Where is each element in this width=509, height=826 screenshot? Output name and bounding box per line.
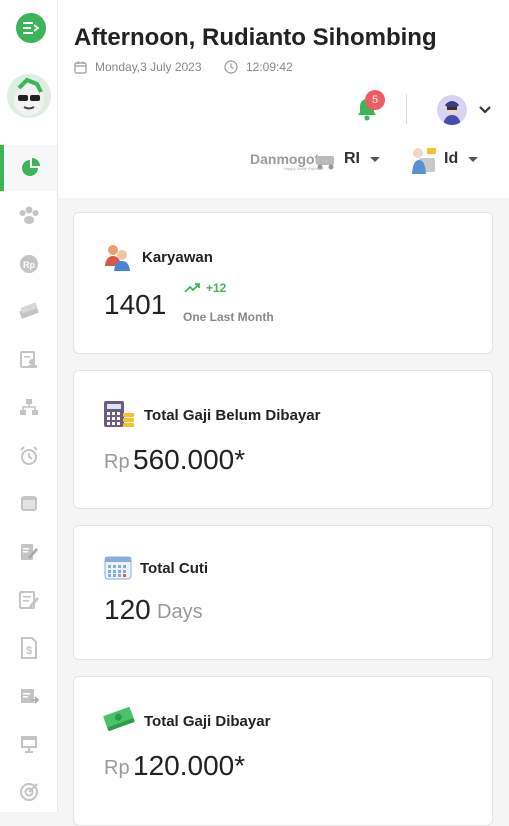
user-avatar[interactable]: [437, 95, 467, 125]
sidebar-item-forms[interactable]: [0, 577, 57, 623]
money-icon: [18, 302, 39, 319]
unpaid-salary-currency: Rp: [104, 451, 130, 473]
unpaid-salary-title: Total Gaji Belum Dibayar: [144, 407, 321, 424]
top-header: Afternoon, Rudianto Sihombing Monday,3 J…: [58, 0, 509, 198]
employees-trend-label: One Last Month: [183, 310, 274, 324]
rupiah-icon: Rp: [19, 255, 38, 273]
clock-icon: [224, 60, 238, 74]
employees-card[interactable]: Karyawan 1401 +12 One Last Month: [73, 212, 493, 354]
sidebar-item-money[interactable]: [0, 288, 57, 334]
calendar-grid-icon: [104, 553, 132, 586]
sidebar: Rp $: [0, 0, 58, 812]
svg-text:Happy Selfie Payment: Happy Selfie Payment: [284, 166, 324, 171]
menu-toggle-button[interactable]: [16, 13, 46, 43]
sidebar-item-payroll[interactable]: Rp: [0, 241, 57, 287]
region-code[interactable]: RI: [344, 150, 360, 168]
paid-salary-currency: Rp: [104, 757, 130, 779]
chevron-down-icon: [479, 106, 491, 114]
svg-text:Rp: Rp: [23, 260, 35, 270]
user-menu-button[interactable]: [478, 102, 492, 120]
leave-card-title: Total Cuti: [140, 560, 209, 577]
language-icon[interactable]: [407, 144, 439, 176]
pie-chart-icon: [21, 158, 40, 176]
target-icon: [19, 783, 38, 801]
unpaid-salary-value: 560.000*: [133, 444, 246, 475]
company-logo: [7, 74, 51, 118]
presentation-icon: [20, 736, 37, 753]
sidebar-item-dashboard[interactable]: [0, 145, 57, 191]
form-icon: [18, 591, 39, 609]
employee-card-icon: [19, 351, 37, 368]
employees-count: 1401: [104, 289, 167, 320]
date-text: Monday,3 July 2023: [95, 60, 202, 74]
sidebar-item-training[interactable]: [0, 721, 57, 767]
leave-count: 120: [104, 594, 151, 625]
time-display: 12:09:42: [224, 60, 293, 74]
paid-salary-value: 120.000*: [133, 750, 246, 781]
sidebar-item-requests[interactable]: [0, 529, 57, 575]
leave-card[interactable]: Total Cuti 120 Days: [73, 525, 493, 660]
calendar-icon: [20, 496, 37, 511]
greeting-title: Afternoon, Rudianto Sihombing: [74, 24, 437, 51]
sidebar-item-transfers[interactable]: [0, 673, 57, 719]
time-text: 12:09:42: [246, 60, 293, 74]
calendar-small-icon: [74, 61, 87, 74]
leave-unit: Days: [157, 601, 203, 623]
employees-trend-value: +12: [206, 281, 227, 295]
company-brand-logo[interactable]: Danmogot Happy Selfie Payment: [250, 148, 340, 172]
paid-salary-title: Total Gaji Dibayar: [144, 713, 271, 730]
header-divider: [406, 94, 407, 124]
sidebar-item-employee-data[interactable]: [0, 337, 57, 383]
sidebar-item-invoices[interactable]: $: [0, 625, 57, 671]
alarm-clock-icon: [19, 446, 38, 465]
trending-up-icon: [184, 283, 200, 293]
sidebar-item-employees[interactable]: [0, 192, 57, 238]
sidebar-item-schedule[interactable]: [0, 480, 57, 526]
language-caret-icon[interactable]: [468, 157, 478, 162]
menu-collapse-icon: [23, 22, 39, 34]
invoice-icon: $: [20, 637, 37, 659]
date-display: Monday,3 July 2023: [74, 60, 202, 74]
sidebar-item-organization[interactable]: [0, 384, 57, 430]
sidebar-item-attendance[interactable]: [0, 433, 57, 479]
language-code[interactable]: Id: [444, 150, 458, 168]
people-icon: [103, 242, 133, 277]
users-icon: [19, 206, 38, 224]
brand-name: Danmogot: [250, 151, 320, 167]
edit-document-icon: [20, 544, 38, 560]
svg-text:$: $: [25, 645, 31, 657]
unpaid-salary-card[interactable]: Total Gaji Belum Dibayar Rp 560.000*: [73, 370, 493, 509]
sidebar-item-goals[interactable]: [0, 769, 57, 815]
transfer-doc-icon: [20, 689, 39, 704]
region-caret-icon[interactable]: [370, 157, 380, 162]
paid-salary-card[interactable]: Total Gaji Dibayar Rp 120.000*: [73, 676, 493, 826]
employees-trend: +12: [184, 281, 226, 295]
employees-card-title: Karyawan: [142, 249, 213, 266]
calculator-icon: [103, 399, 135, 434]
cash-icon: [103, 705, 135, 738]
notification-badge: 5: [365, 90, 385, 110]
org-chart-icon: [19, 399, 38, 415]
